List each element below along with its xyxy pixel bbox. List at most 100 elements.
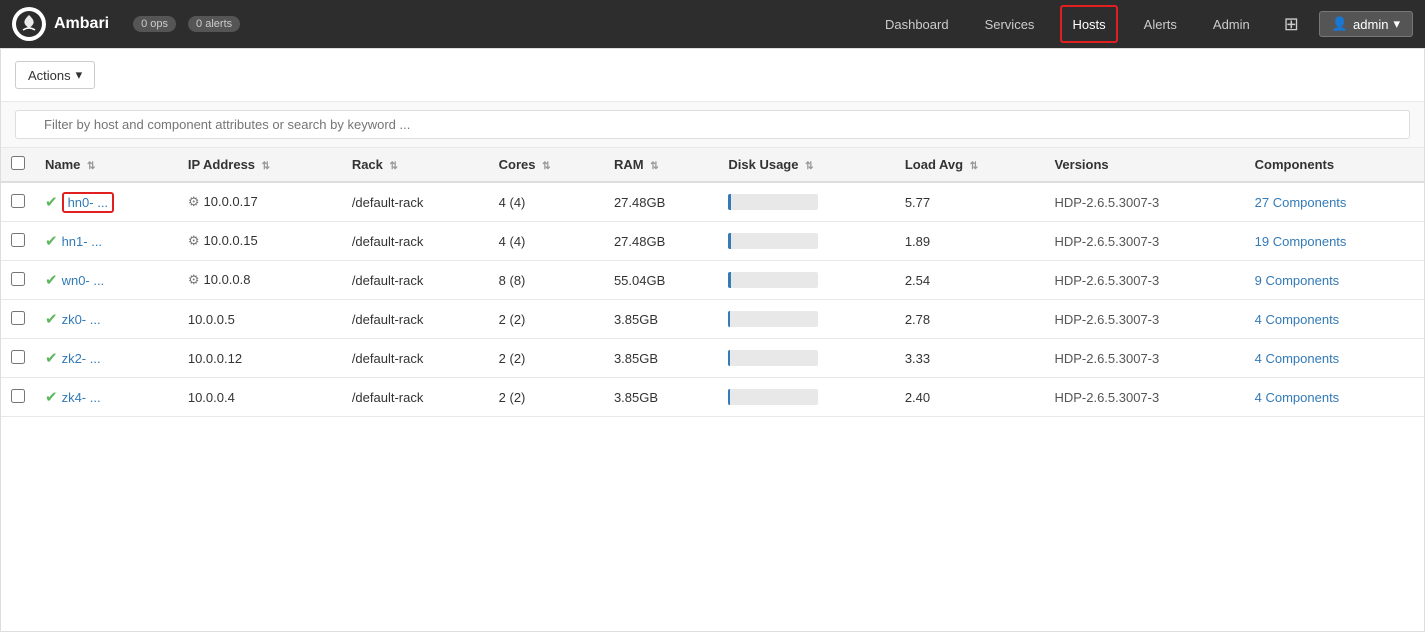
disk-bar-container xyxy=(728,272,818,288)
disk-bar-container xyxy=(728,311,818,327)
row-checkbox[interactable] xyxy=(11,233,25,247)
actions-button[interactable]: Actions ▾ xyxy=(15,61,95,89)
row-load-cell: 1.89 xyxy=(895,222,1045,261)
row-name-cell: ✔hn1- ... xyxy=(35,222,178,261)
row-ram-cell: 27.48GB xyxy=(604,222,718,261)
ip-value: 10.0.0.4 xyxy=(188,390,235,405)
components-link[interactable]: 19 Components xyxy=(1255,234,1347,249)
host-name-link[interactable]: wn0- ... xyxy=(62,273,105,288)
row-load-cell: 5.77 xyxy=(895,182,1045,222)
row-ram-cell: 3.85GB xyxy=(604,378,718,417)
row-components-cell: 4 Components xyxy=(1245,378,1424,417)
sort-disk-icon: ⇅ xyxy=(805,161,813,172)
row-components-cell: 9 Components xyxy=(1245,261,1424,300)
row-checkbox-cell xyxy=(1,339,35,378)
row-checkbox[interactable] xyxy=(11,311,25,325)
col-ram[interactable]: RAM ⇅ xyxy=(604,148,718,182)
row-disk-cell xyxy=(718,182,894,222)
row-ip-cell: 10.0.0.5 xyxy=(178,300,342,339)
host-settings-icon[interactable]: ⚙ xyxy=(188,233,200,248)
components-link[interactable]: 9 Components xyxy=(1255,273,1340,288)
host-settings-icon[interactable]: ⚙ xyxy=(188,194,200,209)
table-row: ✔zk0- ...10.0.0.5/default-rack2 (2)3.85G… xyxy=(1,300,1424,339)
col-load[interactable]: Load Avg ⇅ xyxy=(895,148,1045,182)
admin-button[interactable]: 👤 admin ▾ xyxy=(1319,11,1413,37)
row-cores-cell: 2 (2) xyxy=(489,378,604,417)
row-version-cell: HDP-2.6.5.3007-3 xyxy=(1044,222,1244,261)
select-all-checkbox[interactable] xyxy=(11,156,25,170)
row-name-cell: ✔ wn0- ... xyxy=(35,261,178,300)
ops-badge[interactable]: 0 ops xyxy=(133,16,176,32)
host-name-link[interactable]: hn1- ... xyxy=(62,234,102,249)
row-checkbox[interactable] xyxy=(11,194,25,208)
components-link[interactable]: 27 Components xyxy=(1255,195,1347,210)
row-load-cell: 2.78 xyxy=(895,300,1045,339)
disk-bar-container xyxy=(728,389,818,405)
row-checkbox[interactable] xyxy=(11,350,25,364)
nav-alerts[interactable]: Alerts xyxy=(1130,0,1191,48)
row-disk-cell xyxy=(718,378,894,417)
col-components: Components xyxy=(1245,148,1424,182)
nav-admin[interactable]: Admin xyxy=(1199,0,1264,48)
table-row: ✔hn1- ...⚙10.0.0.15/default-rack4 (4)27.… xyxy=(1,222,1424,261)
sort-name-icon: ⇅ xyxy=(87,161,95,172)
components-link[interactable]: 4 Components xyxy=(1255,351,1340,366)
alerts-badge[interactable]: 0 alerts xyxy=(188,16,240,32)
ip-value: 10.0.0.5 xyxy=(188,312,235,327)
status-icon: ✔ xyxy=(45,194,58,211)
sort-ram-icon: ⇅ xyxy=(650,161,658,172)
status-icon: ✔ xyxy=(45,350,58,367)
search-input[interactable] xyxy=(15,110,1410,139)
sort-ip-icon: ⇅ xyxy=(262,161,270,172)
row-ram-cell: 27.48GB xyxy=(604,182,718,222)
row-cores-cell: 4 (4) xyxy=(489,182,604,222)
status-icon: ✔ xyxy=(45,272,58,289)
row-components-cell: 4 Components xyxy=(1245,300,1424,339)
host-name-link[interactable]: zk4- ... xyxy=(62,390,101,405)
row-load-cell: 2.40 xyxy=(895,378,1045,417)
row-ip-cell: ⚙10.0.0.17 xyxy=(178,182,342,222)
host-name-link[interactable]: zk0- ... xyxy=(62,312,101,327)
row-checkbox-cell xyxy=(1,378,35,417)
row-components-cell: 4 Components xyxy=(1245,339,1424,378)
row-ip-cell: ⚙10.0.0.8 xyxy=(178,261,342,300)
row-checkbox[interactable] xyxy=(11,272,25,286)
row-ram-cell: 3.85GB xyxy=(604,339,718,378)
col-ip[interactable]: IP Address ⇅ xyxy=(178,148,342,182)
status-icon: ✔ xyxy=(45,311,58,328)
components-link[interactable]: 4 Components xyxy=(1255,312,1340,327)
row-disk-cell xyxy=(718,339,894,378)
row-cores-cell: 2 (2) xyxy=(489,339,604,378)
select-all-header xyxy=(1,148,35,182)
row-disk-cell xyxy=(718,261,894,300)
nav-services[interactable]: Services xyxy=(971,0,1049,48)
row-name-cell: ✔ zk2- ... xyxy=(35,339,178,378)
row-disk-cell xyxy=(718,300,894,339)
disk-bar-container xyxy=(728,350,818,366)
row-checkbox[interactable] xyxy=(11,389,25,403)
host-name-link[interactable]: zk2- ... xyxy=(62,351,101,366)
nav-dashboard[interactable]: Dashboard xyxy=(871,0,963,48)
table-header-row: Name ⇅ IP Address ⇅ Rack ⇅ Cores ⇅ RAM xyxy=(1,148,1424,182)
search-bar: 🔍 xyxy=(1,102,1424,148)
host-name-link[interactable]: hn0- ... xyxy=(62,192,114,213)
row-version-cell: HDP-2.6.5.3007-3 xyxy=(1044,261,1244,300)
row-rack-cell: /default-rack xyxy=(342,182,489,222)
disk-bar-container xyxy=(728,194,818,210)
nav-hosts[interactable]: Hosts xyxy=(1060,5,1117,43)
col-rack[interactable]: Rack ⇅ xyxy=(342,148,489,182)
col-name[interactable]: Name ⇅ xyxy=(35,148,178,182)
host-settings-icon[interactable]: ⚙ xyxy=(188,272,200,287)
ip-value: 10.0.0.15 xyxy=(204,233,258,248)
row-ip-cell: 10.0.0.12 xyxy=(178,339,342,378)
row-rack-cell: /default-rack xyxy=(342,222,489,261)
components-link[interactable]: 4 Components xyxy=(1255,390,1340,405)
col-cores[interactable]: Cores ⇅ xyxy=(489,148,604,182)
disk-bar-fill xyxy=(728,311,730,327)
admin-label: admin xyxy=(1353,17,1388,32)
table-row: ✔hn0- ... ⚙10.0.0.17/default-rack4 (4)27.… xyxy=(1,182,1424,222)
grid-icon[interactable]: ⊞ xyxy=(1272,14,1311,35)
chevron-down-icon: ▾ xyxy=(1393,16,1400,32)
user-icon: 👤 xyxy=(1332,16,1348,32)
col-disk[interactable]: Disk Usage ⇅ xyxy=(718,148,894,182)
